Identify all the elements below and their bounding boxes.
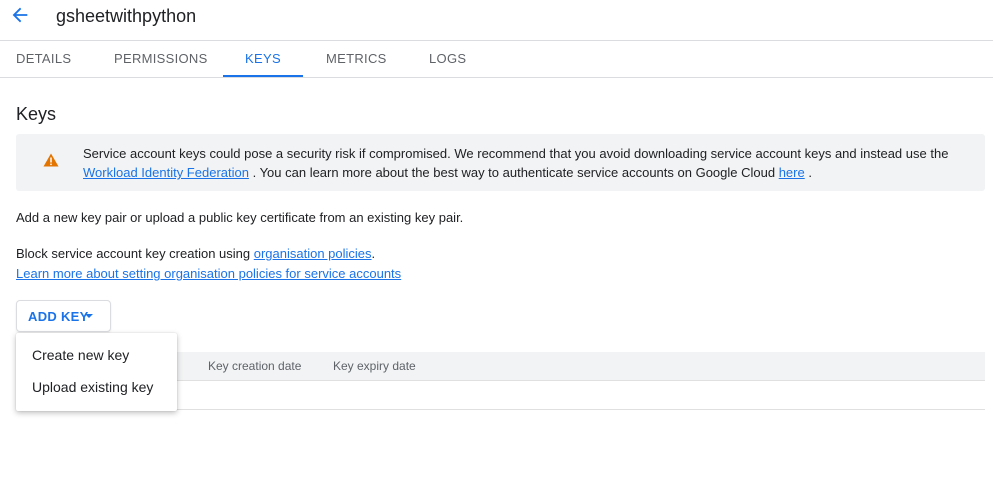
- policy-suffix: .: [371, 246, 376, 261]
- learn-more-policies-link[interactable]: Learn more about setting organisation po…: [16, 266, 401, 281]
- section-title: Keys: [16, 104, 57, 124]
- policy-prefix: Block service account key creation using: [16, 246, 254, 261]
- learn-more-policies-row: Learn more about setting organisation po…: [16, 264, 401, 283]
- security-warning-banner: Service account keys could pose a securi…: [16, 134, 985, 191]
- page-title: gsheetwithpython: [56, 6, 197, 26]
- tab-keys[interactable]: KEYS: [223, 41, 303, 77]
- banner-text-3: .: [804, 165, 812, 180]
- tab-details[interactable]: DETAILS: [16, 41, 71, 77]
- policy-text: Block service account key creation using…: [16, 244, 375, 263]
- tab-bar: DETAILS PERMISSIONS KEYS METRICS LOGS: [0, 41, 993, 78]
- caret-down-icon: [85, 314, 93, 318]
- menu-item-create-new-key[interactable]: Create new key: [16, 339, 177, 371]
- add-key-label: ADD KEY: [28, 309, 89, 324]
- banner-message: Service account keys could pose a securi…: [83, 144, 973, 182]
- workload-identity-link[interactable]: Workload Identity Federation: [83, 165, 249, 180]
- learn-more-here-link[interactable]: here: [779, 165, 805, 180]
- organisation-policies-link[interactable]: organisation policies: [254, 246, 372, 261]
- banner-text-2: . You can learn more about the best way …: [248, 165, 779, 180]
- menu-item-upload-existing-key[interactable]: Upload existing key: [16, 371, 177, 403]
- warning-icon: [43, 153, 59, 167]
- add-key-menu: Create new key Upload existing key: [16, 333, 177, 411]
- column-key-expiry-date[interactable]: Key expiry date: [333, 359, 416, 373]
- intro-text: Add a new key pair or upload a public ke…: [16, 210, 464, 225]
- banner-text-1: Service account keys could pose a securi…: [83, 146, 949, 161]
- add-key-button[interactable]: ADD KEY: [16, 300, 111, 332]
- tab-logs[interactable]: LOGS: [429, 41, 466, 77]
- arrow-back-icon[interactable]: [9, 4, 31, 26]
- tab-permissions[interactable]: PERMISSIONS: [114, 41, 207, 77]
- page-header: gsheetwithpython: [0, 0, 993, 41]
- tab-metrics[interactable]: METRICS: [326, 41, 386, 77]
- column-key-creation-date[interactable]: Key creation date: [208, 359, 301, 373]
